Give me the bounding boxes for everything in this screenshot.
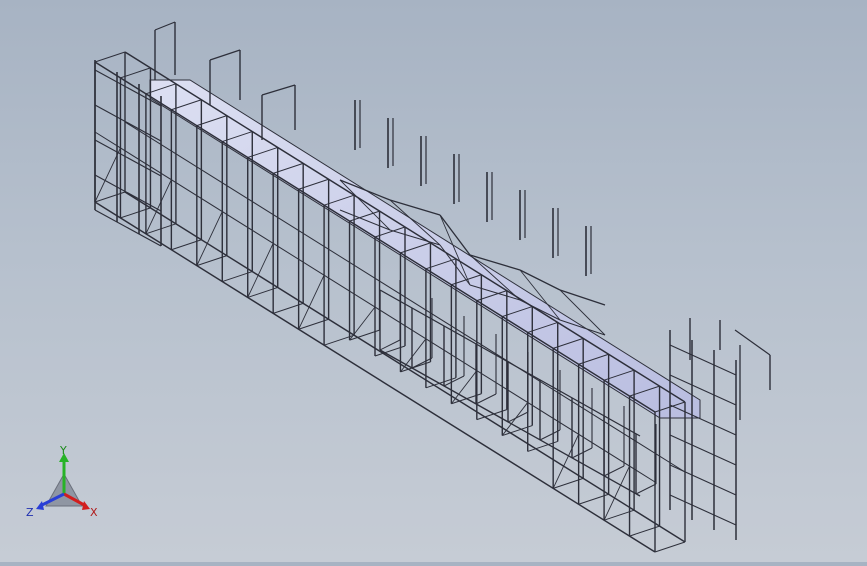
frame-member bbox=[475, 393, 497, 405]
y-axis-label: Y bbox=[59, 446, 67, 457]
x-axis-label: X bbox=[90, 506, 98, 519]
x-axis-arrow-icon bbox=[82, 501, 90, 510]
frame-member bbox=[349, 306, 376, 341]
z-axis-arrow-icon bbox=[36, 501, 44, 510]
steel-frame-conveyor-model[interactable] bbox=[0, 0, 867, 562]
graphics-viewport[interactable] bbox=[0, 0, 867, 562]
frame-member bbox=[669, 344, 737, 376]
frame-member bbox=[669, 434, 737, 466]
z-axis-label: Z bbox=[26, 506, 34, 519]
frame-member bbox=[154, 21, 176, 31]
conveyor-belt bbox=[149, 79, 701, 419]
view-triad: Y X Z bbox=[24, 444, 104, 526]
frame-member bbox=[669, 494, 737, 526]
frame-member bbox=[411, 357, 433, 369]
frame-member bbox=[519, 269, 561, 291]
frame-member bbox=[654, 541, 686, 553]
frame-member bbox=[603, 465, 625, 477]
frame-member bbox=[571, 447, 593, 459]
frame-member bbox=[669, 464, 737, 496]
frame-member bbox=[669, 404, 737, 436]
frame-member bbox=[539, 429, 561, 441]
frame-member bbox=[635, 483, 657, 495]
frame-member bbox=[559, 289, 606, 306]
frame-member bbox=[507, 411, 529, 423]
frame-members bbox=[94, 21, 771, 553]
frame-member bbox=[261, 84, 296, 96]
frame-member bbox=[94, 51, 126, 63]
frame-member bbox=[209, 49, 241, 61]
